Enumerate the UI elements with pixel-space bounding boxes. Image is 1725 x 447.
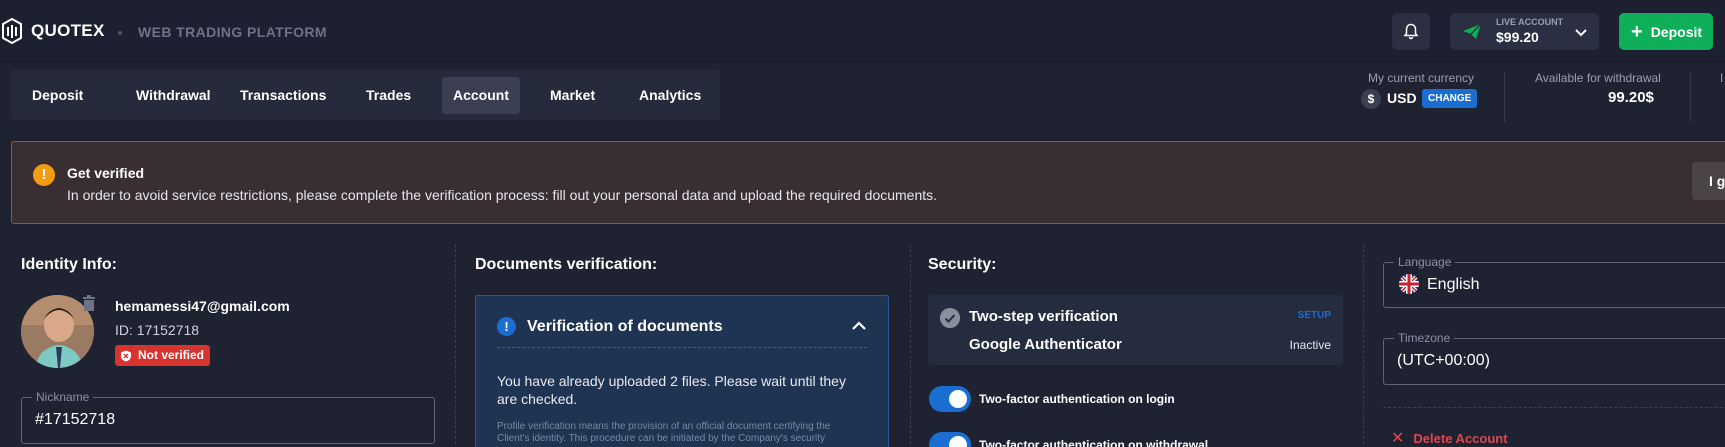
documents-message: You have already uploaded 2 files. Pleas… [497,373,846,407]
column-divider [1363,244,1364,447]
identity-title: Identity Info: [21,256,117,273]
logo-icon [2,18,22,44]
shield-x-icon [121,350,131,361]
deposit-button[interactable]: + Deposit [1619,13,1713,50]
status-badge: Not verified [115,345,211,366]
account-tabs: Deposit Withdrawal Transactions Trades A… [11,70,720,120]
currency-label: My current currency [1368,71,1475,85]
tab-trades[interactable]: Trades [355,77,422,114]
paper-plane-icon [1463,23,1482,39]
brand-logo[interactable]: QUOTEX [0,18,105,44]
setup-link[interactable]: SETUP [1298,310,1331,321]
currency-code: USD [1387,90,1417,106]
notifications-button[interactable] [1392,13,1430,50]
bell-icon [1403,23,1419,40]
exclamation-icon: ! [497,317,516,336]
tab-analytics[interactable]: Analytics [628,77,712,114]
documents-title: Documents verification: [475,256,658,273]
dollar-icon: $ [1361,89,1381,109]
account-type: LIVE ACCOUNT [1496,17,1564,27]
language-label: Language [1394,255,1456,269]
divider [497,347,867,348]
tab-transactions[interactable]: Transactions [229,77,337,114]
change-currency-button[interactable]: CHANGE [1422,89,1478,108]
brand-name: QUOTEX [31,21,105,40]
auth-status: Inactive [1289,338,1331,352]
verification-banner: ! Get verified In order to avoid service… [11,141,1725,224]
withdrawal-label: Available for withdrawal [1535,71,1661,85]
language-select[interactable]: Language English [1383,255,1725,308]
platform-subtitle: WEB TRADING PLATFORM [138,24,327,40]
separator-dot [118,31,122,35]
exclamation-icon: ! [33,164,55,186]
login-2fa-toggle[interactable] [929,386,971,412]
language-value: English [1427,276,1480,293]
timezone-value: (UTC+00:00) [1397,352,1490,369]
account-balance: $99.20 [1496,29,1539,45]
documents-fine-print: Profile verification means the provision… [497,421,831,444]
top-bar: QUOTEX WEB TRADING PLATFORM LIVE ACCOUNT… [0,0,1725,62]
chevron-up-icon[interactable] [851,320,867,332]
banner-title: Get verified [67,165,145,181]
user-id: ID: 17152718 [115,322,200,338]
toggle-knob [949,436,967,447]
security-title: Security: [928,256,997,273]
timezone-label: Timezone [1394,331,1455,345]
banner-action-button[interactable]: I g [1692,162,1725,200]
deposit-button-label: Deposit [1650,23,1703,40]
banner-text: In order to avoid service restrictions, … [67,187,938,203]
plus-icon: + [1631,20,1643,43]
tab-withdrawal[interactable]: Withdrawal [125,77,222,114]
withdrawal-2fa-toggle[interactable] [929,432,971,447]
timezone-select[interactable]: Timezone (UTC+00:00) [1383,331,1725,385]
close-icon: ✕ [1391,430,1405,447]
two-step-panel: Two-step verification SETUP Google Authe… [928,295,1343,365]
divider [1383,407,1725,408]
column-divider [455,244,456,447]
divider [1690,72,1691,122]
auth-method: Google Authenticator [969,336,1122,353]
uk-flag-icon [1399,274,1419,294]
chevron-down-icon [1575,29,1587,37]
nickname-label: Nickname [32,390,94,404]
truncated-label: I [1720,71,1724,85]
tab-market[interactable]: Market [539,77,606,114]
trash-icon[interactable] [82,295,96,311]
column-divider [910,244,911,447]
tab-account[interactable]: Account [442,77,520,114]
withdrawal-2fa-label: Two-factor authentication on withdrawal [979,438,1209,447]
two-step-title: Two-step verification [969,308,1118,325]
withdrawal-value: 99.20$ [1608,89,1654,106]
check-icon [940,308,960,328]
status-badge-label: Not verified [138,348,205,362]
tab-deposit[interactable]: Deposit [21,77,94,114]
documents-panel: ! Verification of documents You have alr… [475,295,889,447]
account-switcher[interactable]: LIVE ACCOUNT $99.20 [1450,13,1599,50]
delete-account-label: Delete Account [1413,430,1508,446]
documents-panel-title: Verification of documents [527,318,723,335]
login-2fa-label: Two-factor authentication on login [979,392,1175,406]
delete-account-button[interactable]: ✕ Delete Account [1391,428,1508,447]
nickname-field[interactable]: Nickname #17152718 [21,390,435,444]
toggle-knob [949,390,967,408]
user-email: hemamessi47@gmail.com [115,298,290,314]
divider [1504,72,1505,122]
nickname-value: #17152718 [35,411,116,428]
